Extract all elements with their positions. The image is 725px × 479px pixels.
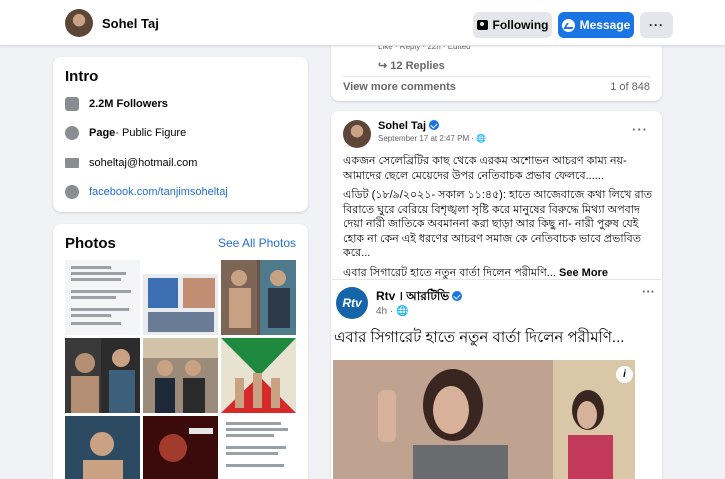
portrait-image	[65, 338, 135, 413]
photo-thumbnail[interactable]	[221, 416, 296, 479]
page-category: · Public Figure	[115, 127, 187, 139]
rtv-logo-avatar[interactable]: Rtv	[336, 287, 368, 319]
page-label: Page	[89, 127, 116, 139]
more-options-button[interactable]: ···	[640, 12, 673, 38]
poster-image	[143, 416, 218, 479]
replies-link[interactable]: ↪ 12 Replies	[378, 59, 445, 72]
shared-post-time[interactable]: 4h · 🌐	[376, 306, 408, 317]
replies-count: 12 Replies	[390, 60, 445, 72]
post-paragraph-text: এবার সিগারেট হাতে নতুন বার্তা দিলেন পরীম…	[343, 266, 556, 279]
message-button[interactable]: Message	[558, 12, 634, 38]
news-photo-image	[333, 360, 635, 479]
info-button[interactable]: i	[616, 366, 633, 383]
globe-icon	[65, 185, 79, 199]
email-row: soheltaj@hotmail.com	[65, 157, 197, 169]
see-more-link[interactable]: See More	[556, 267, 608, 279]
screenshot-collage-image	[143, 260, 218, 332]
followers-count[interactable]: 2.2M Followers	[89, 98, 168, 110]
view-more-comments-link[interactable]: View more comments	[343, 81, 456, 93]
shared-post-menu-button[interactable]: ···	[642, 284, 655, 299]
post-text: একজন সেলেব্রিটির কাছ থেকে এরকম অশোভন আচর…	[343, 154, 653, 280]
reply-arrow-icon: ↪	[378, 60, 391, 72]
post-card: Sohel Taj September 17 at 2:47 PM · 🌐 ··…	[331, 111, 662, 479]
photos-title: Photos	[65, 235, 116, 252]
shared-post-image[interactable]: i	[333, 360, 635, 479]
photo-thumbnail[interactable]	[221, 338, 296, 413]
following-label: Following	[492, 18, 549, 32]
profile-avatar[interactable]	[65, 9, 93, 37]
page-category-row: Page · Public Figure	[65, 126, 186, 140]
photo-thumbnail[interactable]	[143, 338, 218, 413]
website-row: facebook.com/tanjimsoheltaj	[65, 185, 228, 199]
shared-source-label: Rtv । আরটিভি	[376, 289, 450, 303]
post-date[interactable]: September 17 at 2:47 PM · 🌐	[378, 134, 486, 143]
verified-badge-icon	[452, 291, 463, 301]
post-paragraph: এডিট (১৮/৯/২০২১- সকাল ১১:৪৫): হাতে আজেবা…	[343, 189, 652, 259]
followers-icon	[65, 97, 79, 111]
email-icon	[65, 158, 79, 168]
shared-post[interactable]: Rtv Rtv । আরটিভি 4h · 🌐 ··· এবার সিগারেট…	[332, 279, 661, 479]
divider	[343, 76, 650, 77]
post-date-text: September 17 at 2:47 PM ·	[378, 134, 477, 143]
post-author-label: Sohel Taj	[378, 120, 427, 132]
post-menu-button[interactable]: ···	[632, 122, 648, 137]
portrait-image	[83, 432, 123, 479]
photo-thumbnail[interactable]	[65, 260, 140, 335]
photo-thumbnail[interactable]	[221, 260, 296, 335]
comment-count: 1 of 848	[610, 81, 650, 93]
email-text[interactable]: soheltaj@hotmail.com	[89, 157, 197, 169]
shared-headline: এবার সিগারেট হাতে নতুন বার্তা দিলেন পরীম…	[334, 329, 625, 346]
post-paragraph: এবার সিগারেট হাতে নতুন বার্তা দিলেন পরীম…	[343, 266, 653, 281]
intro-title: Intro	[65, 68, 99, 85]
message-label: Message	[579, 18, 631, 32]
see-all-photos-link[interactable]: See All Photos	[218, 236, 296, 250]
website-link[interactable]: facebook.com/tanjimsoheltaj	[89, 186, 228, 198]
post-paragraph: একজন সেলেব্রিটির কাছ থেকে এরকম অশোভন আচর…	[343, 155, 627, 182]
photo-thumbnail[interactable]	[143, 416, 218, 479]
post-author-avatar[interactable]	[343, 120, 371, 148]
photos-card: Photos See All Photos	[53, 224, 308, 479]
protest-art-image	[221, 338, 296, 413]
verified-badge-icon	[429, 120, 440, 130]
following-icon	[476, 20, 488, 30]
globe-icon: 🌐	[476, 134, 487, 143]
profile-header-bar: Sohel Taj Following Message ···	[0, 0, 725, 46]
shared-source-name[interactable]: Rtv । আরটিভি	[376, 288, 463, 308]
profile-name[interactable]: Sohel Taj	[102, 16, 159, 31]
following-button[interactable]: Following	[473, 12, 552, 38]
intro-card: Intro 2.2M Followers Page · Public Figur…	[53, 57, 308, 212]
info-icon	[65, 126, 79, 140]
post-author-name[interactable]: Sohel Taj	[378, 120, 440, 132]
messenger-icon	[561, 18, 575, 32]
photo-thumbnail[interactable]	[143, 260, 218, 335]
shared-time-text: 4h ·	[376, 306, 397, 317]
more-dots-icon: ···	[649, 18, 664, 32]
photo-thumbnail[interactable]	[65, 416, 140, 479]
group-photo-image	[143, 338, 218, 413]
text-post-image	[226, 422, 288, 467]
photo-thumbnail[interactable]	[65, 338, 140, 413]
followers-row: 2.2M Followers	[65, 97, 168, 111]
portrait-image	[221, 260, 296, 335]
text-screenshot-image	[71, 266, 131, 325]
globe-icon: 🌐	[396, 306, 409, 317]
